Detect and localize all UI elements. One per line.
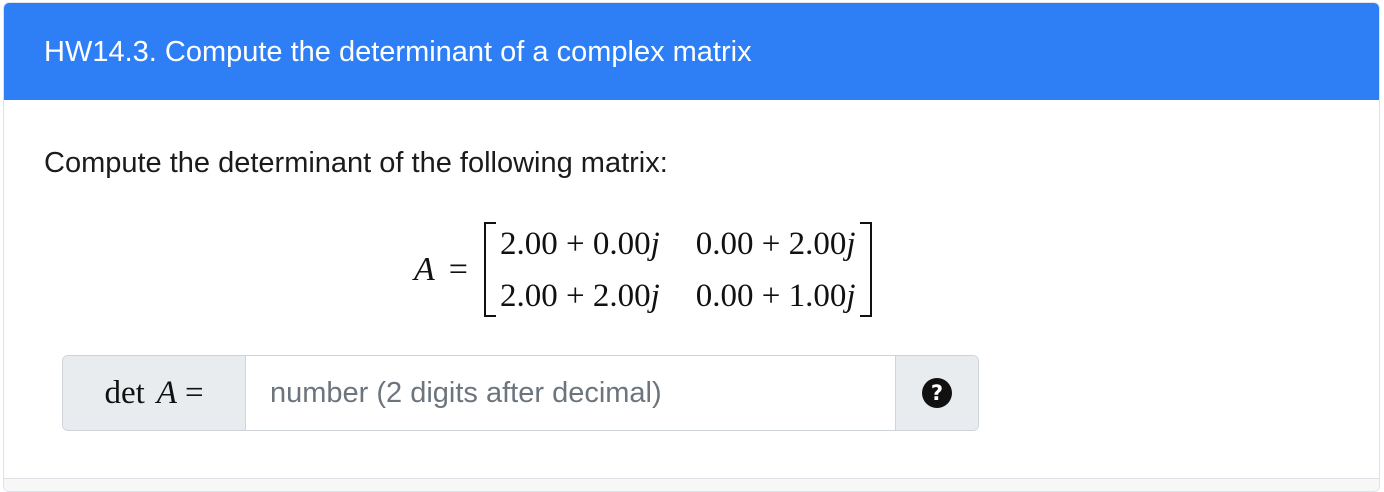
det-variable: A [156,374,177,411]
question-prompt: Compute the determinant of the following… [44,147,668,179]
card-footer [4,478,1379,491]
matrix-cell-r2c1: 2.00 + 2.00j [499,277,660,314]
det-equals: = [184,374,204,411]
answer-input[interactable] [246,356,895,430]
help-button[interactable]: ? [895,356,978,430]
question-title: HW14.3. Compute the determinant of a com… [44,36,752,68]
right-bracket [859,222,872,317]
matrix: 2.00 + 0.00j 0.00 + 2.00j 2.00 + 2.00j 0… [483,222,872,317]
question-card: HW14.3. Compute the determinant of a com… [3,2,1380,492]
matrix-cell-r1c1: 2.00 + 0.00j [499,225,660,262]
answer-input-group: det A = ? [62,355,979,431]
matrix-cell-r1c2: 0.00 + 2.00j [695,225,856,262]
equals-sign: = [448,250,468,288]
equation-lhs: A = [414,251,468,289]
answer-label: det A = [63,356,246,430]
matrix-variable: A [414,250,435,288]
matrix-grid: 2.00 + 0.00j 0.00 + 2.00j 2.00 + 2.00j 0… [496,223,860,317]
matrix-equation: A = 2.00 + 0.00j 0.00 + 2.00j 2.00 + 2.0… [414,222,872,317]
left-bracket [483,222,496,317]
matrix-cell-r2c2: 0.00 + 1.00j [695,277,856,314]
question-circle-icon[interactable]: ? [922,378,952,408]
question-header: HW14.3. Compute the determinant of a com… [4,3,1379,100]
det-label: det [104,374,145,411]
question-body: Compute the determinant of the following… [4,100,1379,471]
